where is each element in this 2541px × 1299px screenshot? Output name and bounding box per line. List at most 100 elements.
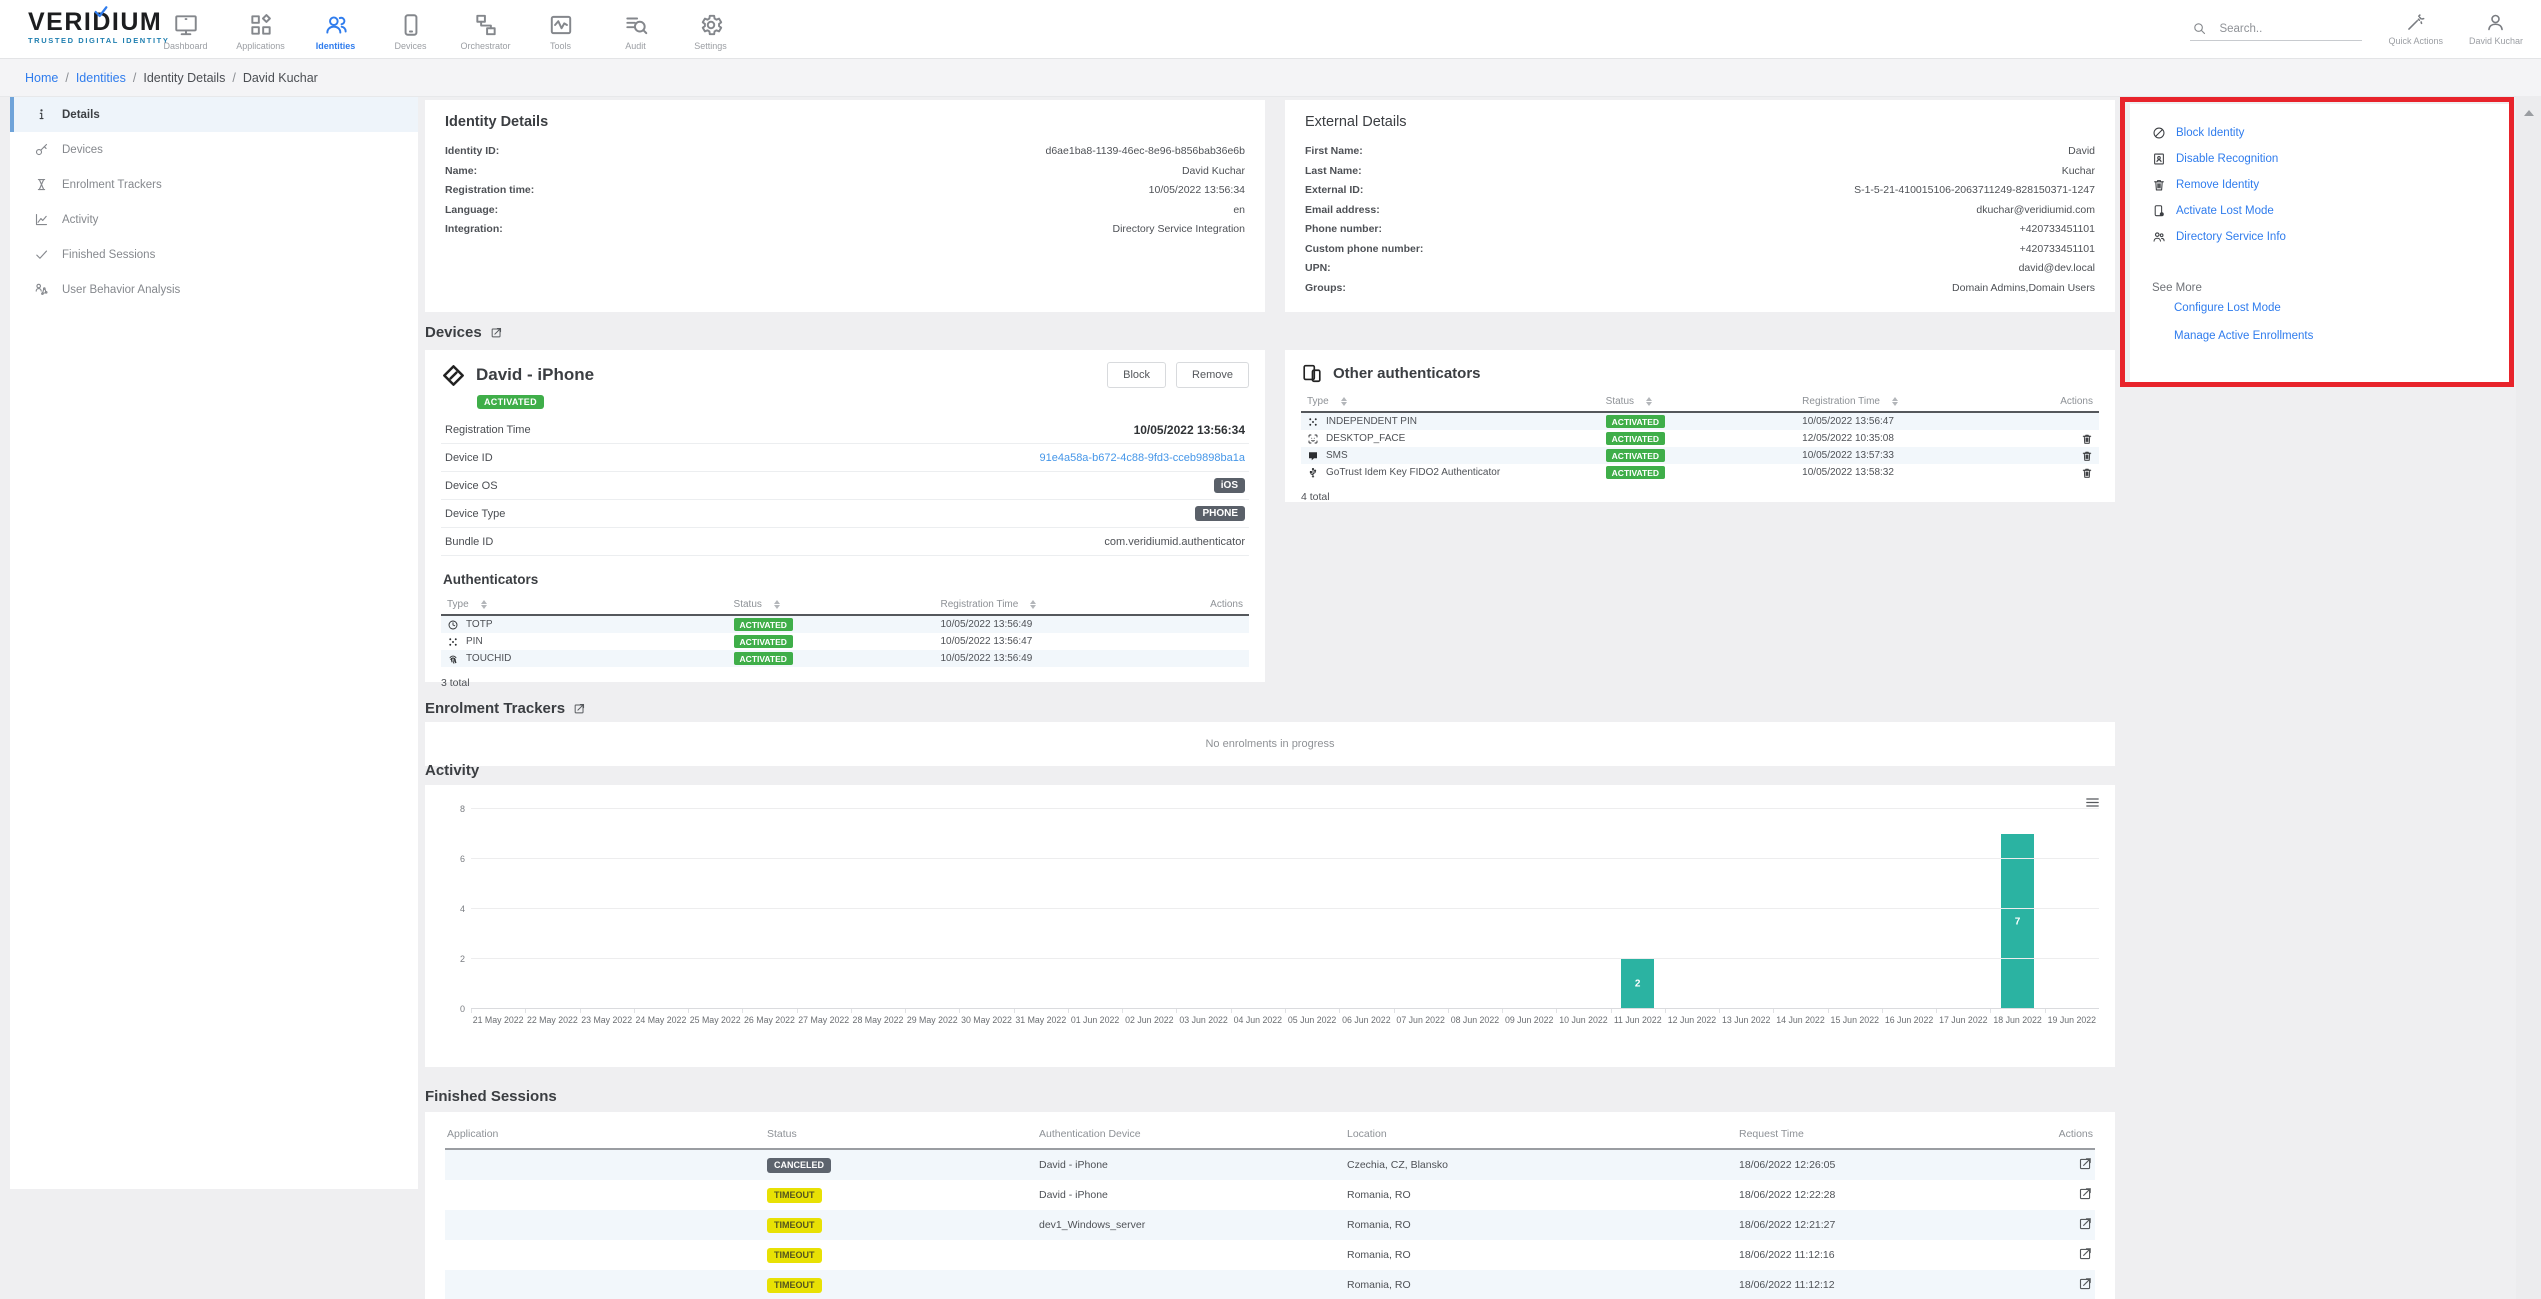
device-status: ACTIVATED [477, 392, 1249, 410]
bar-11-jun-2022[interactable]: 2 [1621, 959, 1654, 1009]
quick-actions-button[interactable]: Quick Actions [2388, 12, 2443, 46]
other-authenticators-header: Other authenticators [1301, 362, 2099, 384]
detail-value: David Kuchar [1182, 162, 1245, 182]
open-session-button[interactable] [2078, 1246, 2093, 1261]
chart-slot [1068, 809, 1122, 1009]
main-nav: Dashboard ApplicationsIdentities Devices Or… [148, 0, 748, 58]
devices-open-icon[interactable] [490, 326, 503, 339]
detail-row: Registration time:10/05/2022 13:56:34 [445, 181, 1245, 201]
sidebar-item-activity[interactable]: Activity [10, 202, 418, 237]
see-more-configure-lost-mode[interactable]: Configure Lost Mode [2174, 302, 2512, 314]
nav-item-identities[interactable]: Identities [298, 8, 373, 51]
sidebar-item-user-behavior-analysis[interactable]: User Behavior Analysis [10, 272, 418, 307]
x-tick-label: 18 Jun 2022 [1990, 1015, 2044, 1025]
open-session-button[interactable] [2078, 1186, 2093, 1201]
action-label: Block Identity [2176, 127, 2244, 139]
hourglass-icon [34, 177, 49, 192]
action-directory-service-info[interactable]: Directory Service Info [2152, 224, 2512, 250]
registration-time: 10/05/2022 13:58:32 [1802, 467, 1894, 478]
search-input[interactable] [2217, 22, 2351, 36]
chart-slot [1936, 809, 1990, 1009]
breadcrumb-home[interactable]: Home [25, 71, 58, 85]
detail-label: Integration: [445, 220, 503, 240]
activity-chart-panel: 2 7 21 May 202222 May 202223 May 202224 M… [425, 785, 2115, 1067]
user-menu[interactable]: David Kuchar [2469, 12, 2523, 46]
open-session-button[interactable] [2078, 1156, 2093, 1171]
delete-authenticator-button[interactable] [2081, 467, 2093, 479]
x-tick-label: 16 Jun 2022 [1882, 1015, 1936, 1025]
gridline [471, 1008, 2099, 1009]
action-block-identity[interactable]: Block Identity [2152, 120, 2512, 146]
x-tick-label: 24 May 2022 [634, 1015, 688, 1025]
bar-18-jun-2022[interactable]: 7 [2001, 834, 2034, 1009]
enrolment-trackers-panel: No enrolments in progress [425, 722, 2115, 766]
detail-label: Custom phone number: [1305, 240, 1423, 260]
detail-label: Language: [445, 201, 498, 221]
scrollbar-up-arrow[interactable] [2524, 110, 2534, 116]
search-icon [2192, 21, 2207, 36]
device-value[interactable]: 91e4a58a-b672-4c88-9fd3-cceb9898ba1a [1039, 452, 1245, 464]
enrolment-open-icon[interactable] [573, 702, 586, 715]
detail-row: External ID:S-1-5-21-410015106-206371124… [1305, 181, 2095, 201]
action-remove-identity[interactable]: Remove Identity [2152, 172, 2512, 198]
sidebar-item-details[interactable]: Details [10, 97, 418, 132]
sidebar-item-finished-sessions[interactable]: Finished Sessions [10, 237, 418, 272]
nav-item-orchestrator[interactable]: Orchestrator [448, 8, 523, 51]
sidebar-item-enrolment-trackers[interactable]: Enrolment Trackers [10, 167, 418, 202]
see-more-manage-active-enrollments[interactable]: Manage Active Enrollments [2174, 330, 2512, 342]
breadcrumb-identities[interactable]: Identities [76, 71, 126, 85]
breadcrumb-identity-details: Identity Details [143, 71, 225, 85]
x-tick-label: 06 Jun 2022 [1339, 1015, 1393, 1025]
authenticator-type: SMS [1326, 450, 1348, 461]
sidebar-item-label: Devices [62, 144, 103, 156]
x-tick-label: 10 Jun 2022 [1556, 1015, 1610, 1025]
authenticator-type: GoTrust Idem Key FIDO2 Authenticator [1326, 467, 1500, 478]
external-details-panel: External Details First Name:DavidLast Na… [1285, 100, 2115, 312]
session-request-time: 18/06/2022 12:21:27 [1737, 1219, 2055, 1231]
open-session-button[interactable] [2078, 1216, 2093, 1231]
x-tick-label: 30 May 2022 [959, 1015, 1013, 1025]
block-device-button[interactable]: Block [1107, 362, 1166, 388]
delete-authenticator-button[interactable] [2081, 450, 2093, 462]
detail-label: Registration time: [445, 181, 534, 201]
external-details-rows: First Name:DavidLast Name:KucharExternal… [1305, 142, 2095, 298]
session-request-time: 18/06/2022 12:26:05 [1737, 1159, 2055, 1171]
x-tick-label: 09 Jun 2022 [1502, 1015, 1556, 1025]
authenticators-table: TypeStatusRegistration TimeActionsTOTPAC… [441, 595, 1249, 667]
chart-x-labels: 21 May 202222 May 202223 May 202224 May … [471, 1015, 2099, 1025]
sidebar-item-label: User Behavior Analysis [62, 284, 180, 296]
sessions-column-location: Location [1345, 1128, 1737, 1140]
x-tick-label: 13 Jun 2022 [1719, 1015, 1773, 1025]
device-status-badge: ACTIVATED [477, 395, 544, 409]
sidebar-item-devices[interactable]: Devices [10, 132, 418, 167]
device-info-rows: Registration Time10/05/2022 13:56:34Devi… [441, 416, 1249, 556]
chart-slot [1773, 809, 1827, 1009]
column-header-registration-time[interactable]: Registration Time [941, 599, 1180, 610]
nav-item-applications[interactable]: Applications [223, 8, 298, 51]
delete-authenticator-button[interactable] [2081, 433, 2093, 445]
column-header-type[interactable]: Type [1307, 396, 1606, 407]
nav-item-dashboard[interactable]: Dashboard [148, 8, 223, 51]
session-location: Romania, RO [1345, 1279, 1737, 1291]
action-disable-recognition[interactable]: Disable Recognition [2152, 146, 2512, 172]
nav-item-audit[interactable]: Audit [598, 8, 673, 51]
detail-row: Language:en [445, 201, 1245, 221]
nav-label: Dashboard [163, 41, 207, 51]
action-activate-lost-mode[interactable]: Activate Lost Mode [2152, 198, 2512, 224]
multi-devices-icon [1301, 362, 1323, 384]
nav-item-tools[interactable]: Tools [523, 8, 598, 51]
phone-icon [398, 12, 424, 38]
nav-label: Devices [394, 41, 426, 51]
column-header-registration-time[interactable]: Registration Time [1802, 396, 2030, 407]
open-session-button[interactable] [2078, 1276, 2093, 1291]
column-header-type[interactable]: Type [447, 599, 734, 610]
table-row: SMSACTIVATED10/05/2022 13:57:33 [1301, 447, 2099, 464]
scrollbar[interactable] [2516, 96, 2541, 1299]
remove-device-button[interactable]: Remove [1176, 362, 1249, 388]
nav-item-settings[interactable]: Settings [673, 8, 748, 51]
authenticator-type: INDEPENDENT PIN [1326, 416, 1417, 427]
column-header-status[interactable]: Status [734, 599, 941, 610]
session-status-badge: TIMEOUT [767, 1248, 822, 1263]
column-header-status[interactable]: Status [1606, 396, 1803, 407]
nav-item-devices[interactable]: Devices [373, 8, 448, 51]
